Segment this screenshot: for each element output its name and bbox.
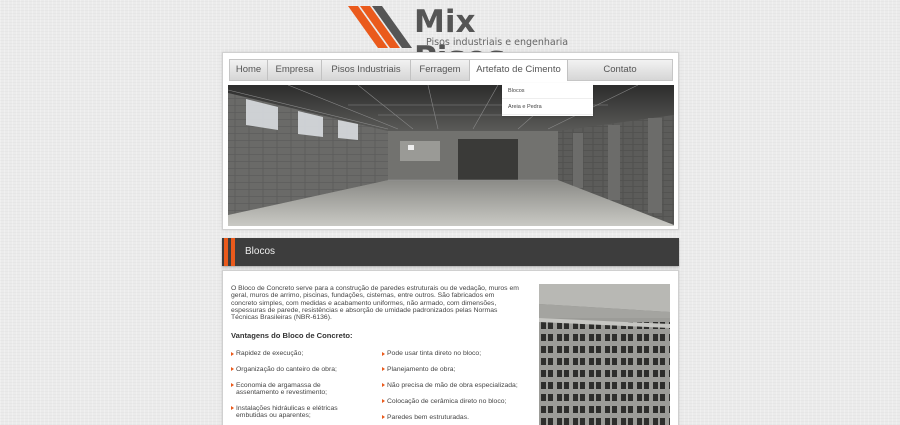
header-panel: Home Empresa Pisos Industriais Ferragem … bbox=[222, 52, 679, 230]
concrete-blocks-image bbox=[539, 284, 670, 425]
list-item: Organização do canteiro de obra; bbox=[231, 366, 356, 373]
dropdown-item-blocos[interactable]: Blocos bbox=[502, 83, 593, 99]
list-item: Planejamento de obra; bbox=[382, 366, 522, 373]
list-item: Rapidez de execução; bbox=[231, 350, 356, 357]
nav-item-contato[interactable]: Contato bbox=[568, 60, 672, 80]
dropdown-item-areia-e-pedra[interactable]: Areia e Pedra bbox=[502, 99, 593, 115]
intro-paragraph: O Bloco de Concreto serve para a constru… bbox=[231, 285, 519, 322]
brand-tagline: Pisos industriais e engenharia bbox=[426, 37, 569, 48]
list-item: Paredes bem estruturadas. bbox=[382, 414, 522, 421]
advantages-list-right: Pode usar tinta direto no bloco; Planeja… bbox=[382, 350, 522, 425]
concrete-blocks-photo-icon bbox=[539, 284, 670, 425]
nav-item-artefato-de-cimento[interactable]: Artefato de Cimento bbox=[470, 60, 568, 81]
list-item: Não precisa de mão de obra especializada… bbox=[382, 382, 522, 389]
list-item: Instalações hidráulicas e elétricas embu… bbox=[231, 405, 356, 420]
advantages-list-left: Rapidez de execução; Organização do cant… bbox=[231, 350, 356, 425]
nav-item-home[interactable]: Home bbox=[230, 60, 268, 80]
advantages-heading: Vantagens do Bloco de Concreto: bbox=[231, 331, 353, 340]
page-title: Blocos bbox=[245, 246, 276, 257]
list-item: Pode usar tinta direto no bloco; bbox=[382, 350, 522, 357]
nav-item-pisos-industriais[interactable]: Pisos Industriais bbox=[322, 60, 411, 80]
list-item: Colocação de cerâmica direto no bloco; bbox=[382, 398, 522, 405]
main-nav: Home Empresa Pisos Industriais Ferragem … bbox=[229, 59, 673, 81]
nav-item-empresa[interactable]: Empresa bbox=[268, 60, 322, 80]
nav-item-ferragem[interactable]: Ferragem bbox=[411, 60, 470, 80]
hero-image bbox=[228, 85, 674, 226]
nav-dropdown-menu: Blocos Areia e Pedra bbox=[502, 83, 593, 116]
list-item: Economia de argamassa de assentamento e … bbox=[231, 382, 356, 397]
section-stripes-icon bbox=[222, 238, 238, 266]
section-header: Blocos bbox=[222, 238, 679, 266]
content-panel: O Bloco de Concreto serve para a constru… bbox=[222, 270, 679, 425]
brand-logo[interactable]: Mix Pisos Pisos industriais e engenharia bbox=[348, 4, 568, 76]
warehouse-photo-icon bbox=[228, 85, 674, 226]
